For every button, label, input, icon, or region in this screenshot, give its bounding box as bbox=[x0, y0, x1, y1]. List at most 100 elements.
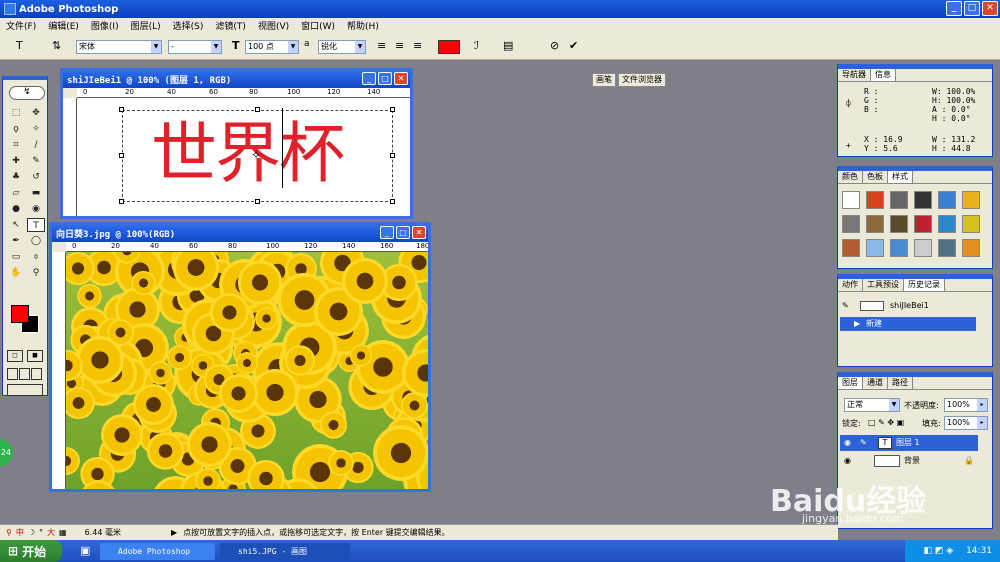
dodge-tool-icon[interactable]: ◉ bbox=[27, 202, 45, 216]
show-desktop-icon[interactable]: ▣ bbox=[80, 544, 90, 557]
tab-swatches[interactable]: 色板 bbox=[863, 171, 888, 183]
menu-layer[interactable]: 图层(L) bbox=[125, 19, 167, 32]
move-tool-icon[interactable]: ✥ bbox=[27, 106, 45, 120]
menu-image[interactable]: 图像(I) bbox=[85, 19, 125, 32]
tab-navigator[interactable]: 导航器 bbox=[838, 69, 871, 81]
align-right-icon[interactable]: ≡ bbox=[413, 39, 422, 52]
doc-minimize-button[interactable]: _ bbox=[380, 226, 394, 239]
tab-channels[interactable]: 通道 bbox=[863, 377, 888, 389]
font-size-select[interactable]: 100 点 ▼ bbox=[245, 40, 299, 54]
task-paint[interactable]: shi5.JPG - 画图 bbox=[220, 543, 350, 560]
transform-handle[interactable] bbox=[119, 199, 124, 204]
zoom-tool-icon[interactable]: ⚲ bbox=[27, 266, 45, 280]
path-select-icon[interactable]: ↖ bbox=[7, 218, 25, 232]
style-swatch[interactable] bbox=[914, 215, 932, 233]
menu-filter[interactable]: 滤镜(T) bbox=[209, 19, 252, 32]
hand-tool-icon[interactable]: ✋ bbox=[7, 266, 25, 280]
text-color-swatch[interactable] bbox=[438, 40, 460, 54]
fill-input[interactable]: 100% ▸ bbox=[944, 416, 988, 430]
style-swatch[interactable] bbox=[842, 191, 860, 209]
tab-file-browser[interactable]: 文件浏览器 bbox=[618, 73, 666, 87]
align-center-icon[interactable]: ≡ bbox=[395, 39, 404, 52]
task-photoshop[interactable]: Adobe Photoshop bbox=[100, 543, 215, 560]
menu-view[interactable]: 视图(V) bbox=[252, 19, 295, 32]
eye-icon[interactable]: ◉ bbox=[844, 435, 851, 451]
font-family-select[interactable]: 宋体 ▼ bbox=[76, 40, 162, 54]
style-swatch[interactable] bbox=[914, 239, 932, 257]
foreground-color[interactable] bbox=[11, 305, 29, 323]
align-left-icon[interactable]: ≡ bbox=[377, 39, 386, 52]
tab-paths[interactable]: 路径 bbox=[888, 377, 913, 389]
style-swatch[interactable] bbox=[890, 239, 908, 257]
menu-window[interactable]: 窗口(W) bbox=[295, 19, 341, 32]
healing-tool-icon[interactable]: ✚ bbox=[7, 154, 25, 168]
style-swatch[interactable] bbox=[962, 191, 980, 209]
stamp-tool-icon[interactable]: ♣ bbox=[7, 170, 25, 184]
type-tool-icon[interactable]: T bbox=[27, 218, 45, 232]
lasso-tool-icon[interactable]: ϙ bbox=[7, 122, 25, 136]
menu-edit[interactable]: 编辑(E) bbox=[42, 19, 85, 32]
transform-handle[interactable] bbox=[390, 199, 395, 204]
standard-mode-icon[interactable]: ◻ bbox=[7, 350, 23, 362]
crop-tool-icon[interactable]: ⌗ bbox=[7, 138, 25, 152]
style-swatch[interactable] bbox=[914, 191, 932, 209]
transform-handle[interactable] bbox=[119, 107, 124, 112]
style-swatch[interactable] bbox=[890, 191, 908, 209]
tab-styles[interactable]: 样式 bbox=[888, 171, 913, 183]
eyedropper-icon[interactable]: ⌽ bbox=[27, 250, 45, 264]
quickmask-mode-icon[interactable]: ◼ bbox=[27, 350, 43, 362]
palettes-icon[interactable]: ▤ bbox=[503, 39, 513, 52]
maximize-button[interactable]: □ bbox=[964, 1, 980, 16]
document-canvas[interactable]: 世界杯 ✧ bbox=[77, 98, 410, 216]
font-style-select[interactable]: - ▼ bbox=[168, 40, 222, 54]
pen-tool-icon[interactable]: ✒ bbox=[7, 234, 25, 248]
shape-tool-icon[interactable]: ◯ bbox=[27, 234, 45, 248]
transform-handle[interactable] bbox=[255, 199, 260, 204]
tab-actions[interactable]: 动作 bbox=[838, 279, 863, 291]
gradient-tool-icon[interactable]: ▬ bbox=[27, 186, 45, 200]
brush-tool-icon[interactable]: ✎ bbox=[27, 154, 45, 168]
tab-info[interactable]: 信息 bbox=[871, 69, 896, 81]
eraser-tool-icon[interactable]: ▱ bbox=[7, 186, 25, 200]
transform-handle[interactable] bbox=[119, 153, 124, 158]
style-swatch[interactable] bbox=[962, 239, 980, 257]
warp-text-icon[interactable]: ℐ bbox=[474, 39, 479, 52]
start-button[interactable]: ⊞ 开始 bbox=[0, 540, 62, 562]
ime-dot-icon[interactable]: ° bbox=[39, 528, 43, 537]
antialias-select[interactable]: 锐化 ▼ bbox=[318, 40, 366, 54]
document-window-sunflower[interactable]: 向日葵3.jpg @ 100%(RGB) _ □ ✕ 0 20 40 60 80 10… bbox=[49, 222, 431, 492]
screen-mode-2-icon[interactable] bbox=[19, 368, 30, 380]
notes-tool-icon[interactable]: ▭ bbox=[7, 250, 25, 264]
transform-handle[interactable] bbox=[255, 107, 260, 112]
lock-icons[interactable]: □ ✎ ✥ ▣ bbox=[868, 418, 904, 427]
doc-close-button[interactable]: ✕ bbox=[412, 226, 426, 239]
tab-brush[interactable]: 画笔 bbox=[592, 73, 616, 87]
style-swatch[interactable] bbox=[842, 239, 860, 257]
history-state[interactable]: ▶ 新建 bbox=[840, 317, 976, 331]
commit-check-icon[interactable]: ✔ bbox=[569, 39, 578, 52]
canvas-text-shijiebei[interactable]: 世界杯 bbox=[151, 100, 345, 196]
tab-tool-presets[interactable]: 工具预设 bbox=[863, 279, 904, 291]
ime-lang[interactable]: 中 bbox=[16, 527, 24, 538]
style-swatch[interactable] bbox=[938, 191, 956, 209]
tab-history[interactable]: 历史记录 bbox=[904, 279, 945, 291]
screen-mode-1-icon[interactable] bbox=[7, 368, 18, 380]
blend-mode-select[interactable]: 正常 ▼ bbox=[844, 398, 900, 412]
style-swatch[interactable] bbox=[938, 215, 956, 233]
menu-file[interactable]: 文件(F) bbox=[0, 19, 42, 32]
doc-maximize-button[interactable]: □ bbox=[378, 72, 392, 85]
transform-handle[interactable] bbox=[390, 107, 395, 112]
floating-badge[interactable]: 24 bbox=[0, 439, 13, 466]
style-swatch[interactable] bbox=[866, 191, 884, 209]
doc-close-button[interactable]: ✕ bbox=[394, 72, 408, 85]
adobe-online-icon[interactable]: ↯ bbox=[9, 86, 45, 100]
slice-tool-icon[interactable]: ∕ bbox=[27, 138, 45, 152]
marquee-tool-icon[interactable]: ⬚ bbox=[7, 106, 25, 120]
style-swatch[interactable] bbox=[866, 239, 884, 257]
text-tool-icon[interactable]: T bbox=[16, 39, 23, 52]
document-window-shijiebei[interactable]: shiJIeBei1 @ 100% (图层 1, RGB) _ □ ✕ 0 20 … bbox=[60, 68, 413, 219]
cancel-icon[interactable]: ⊘ bbox=[550, 39, 559, 52]
minimize-button[interactable]: _ bbox=[946, 1, 962, 16]
keyboard-icon[interactable]: ▦ bbox=[59, 528, 67, 537]
transform-handle[interactable] bbox=[390, 153, 395, 158]
